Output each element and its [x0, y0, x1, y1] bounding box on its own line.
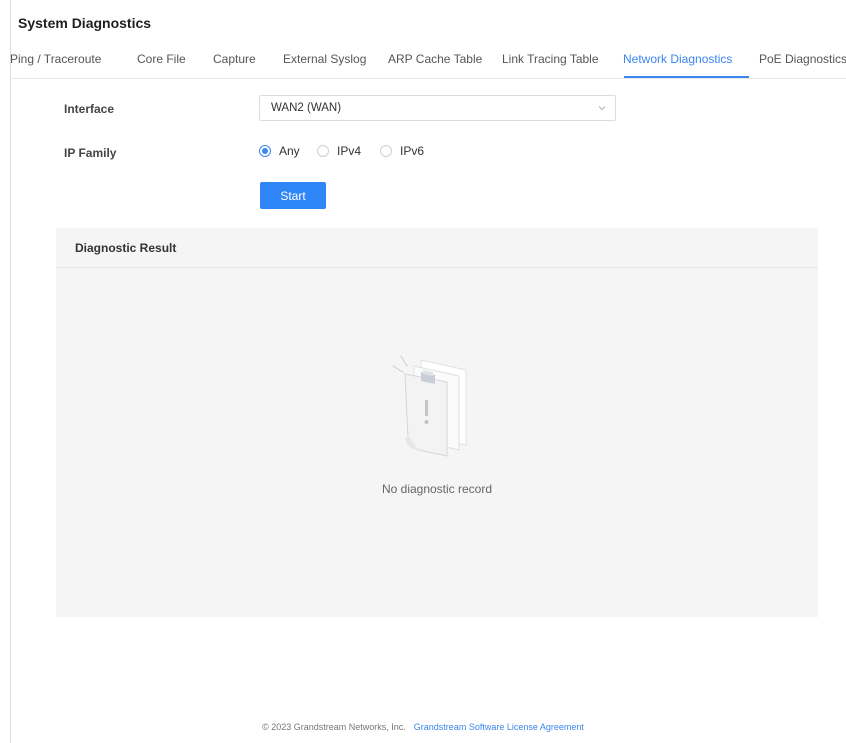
interface-label: Interface: [64, 102, 115, 116]
ip-family-label: IP Family: [64, 146, 117, 160]
radio-button: [317, 145, 329, 157]
radio-ipv4[interactable]: IPv4: [317, 144, 363, 160]
radio-any[interactable]: Any: [259, 144, 305, 160]
start-button[interactable]: Start: [260, 182, 326, 209]
tab-ping-traceroute[interactable]: Ping / Traceroute: [10, 52, 101, 66]
result-title: Diagnostic Result: [75, 241, 177, 255]
left-border: [10, 0, 11, 743]
tab-capture[interactable]: Capture: [213, 52, 256, 66]
radio-ipv6-label: IPv6: [400, 144, 425, 158]
interface-select-value: WAN2 (WAN): [271, 102, 342, 114]
tab-external-syslog[interactable]: External Syslog: [283, 52, 366, 66]
footer-copyright: © 2023 Grandstream Networks, Inc.: [262, 722, 406, 732]
active-tab-indicator: [624, 76, 749, 78]
license-agreement-link[interactable]: Grandstream Software License Agreement: [414, 722, 584, 732]
tab-bar: Ping / Traceroute Core File Capture Exte…: [10, 50, 846, 79]
empty-document-icon: [392, 355, 467, 457]
tab-link-tracing-table[interactable]: Link Tracing Table: [502, 52, 599, 66]
tab-poe-diagnostics[interactable]: PoE Diagnostics: [759, 52, 846, 66]
footer: © 2023 Grandstream Networks, Inc. Grandst…: [0, 722, 846, 732]
radio-button-checked: [259, 145, 271, 157]
chevron-down-icon: [598, 106, 606, 111]
page-title: System Diagnostics: [18, 15, 152, 31]
diagnostic-result-panel: Diagnostic Result No diagnostic record: [56, 228, 818, 617]
radio-button: [380, 145, 392, 157]
result-header: Diagnostic Result: [56, 228, 818, 268]
radio-ipv4-label: IPv4: [337, 144, 362, 158]
empty-state-text: No diagnostic record: [381, 482, 493, 496]
tab-core-file[interactable]: Core File: [137, 52, 186, 66]
tab-arp-cache-table[interactable]: ARP Cache Table: [388, 52, 482, 66]
radio-any-label: Any: [279, 144, 300, 158]
radio-ipv6[interactable]: IPv6: [380, 144, 426, 160]
interface-select[interactable]: WAN2 (WAN): [259, 95, 616, 121]
tab-network-diagnostics[interactable]: Network Diagnostics: [623, 52, 732, 66]
